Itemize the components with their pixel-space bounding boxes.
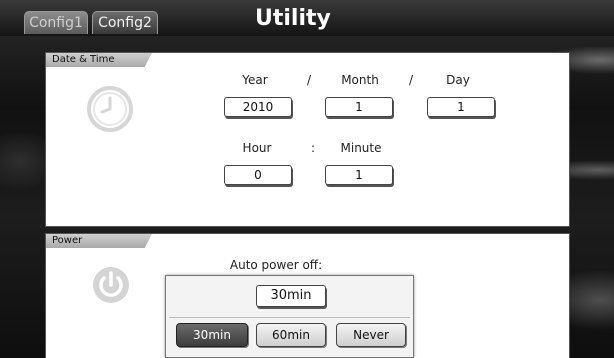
hour-field[interactable]: 0	[224, 165, 292, 185]
option-30min-button[interactable]: 30min	[176, 323, 248, 347]
year-field[interactable]: 2010	[224, 97, 292, 117]
option-never-button[interactable]: Never	[336, 323, 406, 347]
auto-power-off-popup: 30min 30min 60min Never	[165, 275, 414, 358]
time-separator: :	[310, 141, 316, 155]
clock-icon	[87, 86, 133, 132]
tab-config1[interactable]: Config1	[24, 11, 88, 34]
date-separator-1: /	[306, 73, 312, 87]
popup-divider	[169, 317, 410, 318]
option-60min-button[interactable]: 60min	[256, 323, 326, 347]
page-title: Utility	[255, 6, 331, 31]
date-time-panel: Date & Time Year / Month / Day 2010 1 1 …	[45, 52, 570, 227]
day-label: Day	[446, 73, 470, 87]
year-label: Year	[242, 73, 268, 87]
day-field[interactable]: 1	[427, 97, 495, 117]
power-icon	[93, 267, 129, 303]
power-section-label: Power	[46, 234, 152, 248]
minute-label: Minute	[340, 141, 382, 155]
auto-power-off-value[interactable]: 30min	[256, 285, 326, 307]
auto-power-off-label: Auto power off:	[229, 258, 323, 272]
month-label: Month	[341, 73, 379, 87]
date-time-section-label: Date & Time	[46, 53, 152, 67]
tab-config2[interactable]: Config2	[92, 11, 158, 34]
hour-label: Hour	[242, 141, 272, 155]
date-separator-2: /	[408, 73, 414, 87]
month-field[interactable]: 1	[325, 97, 393, 117]
minute-field[interactable]: 1	[325, 165, 393, 185]
title-bar: Config1 Config2 Utility	[0, 0, 614, 36]
